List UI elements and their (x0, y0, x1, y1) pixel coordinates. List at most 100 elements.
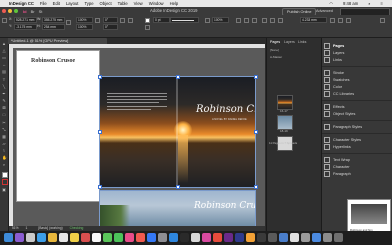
second-spread-title[interactable]: Robinson Crusoe (194, 201, 255, 211)
second-spread[interactable]: Robinson Crusoe (99, 190, 256, 228)
stock-icon[interactable]: St (39, 9, 43, 14)
launchpad-icon[interactable] (26, 233, 35, 242)
scale-x-field[interactable]: 100% (76, 17, 93, 23)
eyedropper-tool-icon[interactable]: ⌇ (2, 149, 6, 153)
rotation-field[interactable]: 0° (103, 17, 118, 23)
menu-app-name[interactable]: InDesign CC (9, 1, 34, 6)
scale-y-field[interactable]: 100% (76, 24, 93, 30)
stickies-icon[interactable] (70, 233, 79, 242)
menu-window[interactable]: Window (149, 1, 164, 6)
wifi-icon[interactable]: ◠ (329, 1, 333, 6)
system-preferences-icon[interactable] (158, 233, 167, 242)
panel-text-wrap[interactable]: Text Wrap (324, 157, 350, 163)
text-wrap-none-icon[interactable] (236, 18, 241, 23)
stroke-swatch-icon[interactable] (145, 25, 150, 30)
reference-point-icon[interactable] (2, 18, 7, 23)
opacity-icon[interactable] (205, 18, 210, 23)
panel-effects[interactable]: Effects (324, 104, 345, 110)
vertical-ruler[interactable] (9, 44, 13, 226)
notes-icon[interactable] (48, 233, 57, 242)
zoom-window-icon[interactable] (14, 9, 18, 13)
panel-paragraph[interactable]: Paragraph (324, 171, 351, 177)
panel-stroke[interactable]: Stroke (324, 70, 344, 76)
selection-handle[interactable] (98, 75, 102, 79)
tab-pages[interactable]: Pages (270, 40, 280, 45)
tab-layers[interactable]: Layers (284, 40, 295, 45)
preview-icon[interactable] (191, 233, 200, 242)
panel-hyperlinks[interactable]: Hyperlinks (324, 144, 351, 150)
menu-type[interactable]: Type (84, 1, 93, 6)
selection-handle[interactable] (98, 185, 102, 189)
app-icon[interactable] (257, 233, 266, 242)
text-wrap-shape-icon[interactable] (252, 18, 257, 23)
zoom-level[interactable]: 51% (12, 226, 19, 230)
rectangle-tool-icon[interactable]: □ (2, 113, 6, 117)
terminal-icon[interactable] (180, 233, 189, 242)
panel-character-styles[interactable]: Character Styles (324, 137, 361, 143)
panel-links[interactable]: Links (324, 57, 342, 63)
panel-character[interactable]: Character (324, 164, 350, 170)
flip-horizontal-icon[interactable] (120, 18, 125, 23)
selection-handle[interactable] (176, 75, 180, 79)
cover-subtitle[interactable]: A NOVEL BY DANIEL DEFOE (212, 118, 247, 121)
x-field[interactable]: 528.271 mm (14, 17, 37, 23)
app-icon[interactable] (279, 233, 288, 242)
selection-handle[interactable] (98, 130, 102, 134)
fill-swatch-icon[interactable] (145, 18, 150, 23)
menu-edit[interactable]: Edit (53, 1, 60, 6)
page-tool-icon[interactable]: ▭ (2, 56, 6, 60)
facetime-icon[interactable] (114, 233, 123, 242)
panel-object-styles[interactable]: Object Styles (324, 111, 355, 117)
illustrator-icon[interactable] (235, 233, 244, 242)
direct-selection-tool-icon[interactable]: △ (2, 49, 6, 53)
page-thumbnail[interactable] (277, 115, 293, 130)
panel-paragraph-styles[interactable]: Paragraph Styles (324, 124, 362, 130)
master-none[interactable]: [None] (270, 48, 279, 52)
siri-icon[interactable] (15, 233, 24, 242)
width-field[interactable]: 355.275 mm (42, 17, 65, 23)
normal-view-icon[interactable]: ▣ (2, 188, 6, 192)
menu-view[interactable]: View (134, 1, 143, 6)
books-icon[interactable] (136, 233, 145, 242)
menu-object[interactable]: Object (100, 1, 112, 6)
menu-table[interactable]: Table (118, 1, 128, 6)
note-tool-icon[interactable]: ▱ (2, 142, 6, 146)
shear-field[interactable]: 0° (103, 24, 118, 30)
illustrator-cc-icon[interactable] (246, 233, 255, 242)
horizontal-ruler[interactable] (9, 44, 265, 48)
text-wrap-box-icon[interactable] (244, 18, 249, 23)
fit-content-icon[interactable] (338, 18, 343, 23)
indesign-icon[interactable] (202, 233, 211, 242)
safari-icon[interactable] (37, 233, 46, 242)
screenshot-preview[interactable]: Robinson and him (347, 199, 391, 233)
opacity-field[interactable]: 100% (212, 17, 229, 23)
free-transform-tool-icon[interactable]: ⤡ (2, 128, 6, 132)
pencil-tool-icon[interactable]: ✎ (2, 99, 6, 103)
calendar-icon[interactable] (59, 233, 68, 242)
app-icon[interactable] (290, 233, 299, 242)
line-tool-icon[interactable]: ╲ (2, 85, 6, 89)
align-center-icon[interactable] (270, 18, 275, 23)
music-icon[interactable] (125, 233, 134, 242)
menu-layout[interactable]: Layout (66, 1, 79, 6)
center-content-icon[interactable] (346, 18, 351, 23)
clock[interactable]: 9:48 am (343, 1, 358, 6)
minimize-window-icon[interactable] (8, 9, 12, 13)
page-number[interactable]: 1 (26, 226, 28, 230)
app-icon[interactable] (312, 233, 321, 242)
align-right-icon[interactable] (278, 18, 283, 23)
spotlight-icon[interactable]: ⌕ (368, 1, 370, 6)
align-left-icon[interactable] (262, 18, 267, 23)
selection-handle[interactable] (254, 130, 258, 134)
panel-color[interactable]: Color (324, 84, 342, 90)
panel-menu-icon[interactable] (380, 18, 385, 23)
frame-fitting-icon[interactable] (330, 18, 335, 23)
messages-icon[interactable] (103, 233, 112, 242)
selection-handle[interactable] (176, 185, 180, 189)
app-icon[interactable] (268, 233, 277, 242)
type-tool-icon[interactable]: T (2, 78, 6, 82)
selection-handle[interactable] (254, 185, 258, 189)
stroke-weight-field[interactable]: 0 pt (153, 17, 170, 23)
tab-links[interactable]: Links (298, 40, 306, 45)
bridge-icon[interactable]: Br (31, 9, 35, 14)
